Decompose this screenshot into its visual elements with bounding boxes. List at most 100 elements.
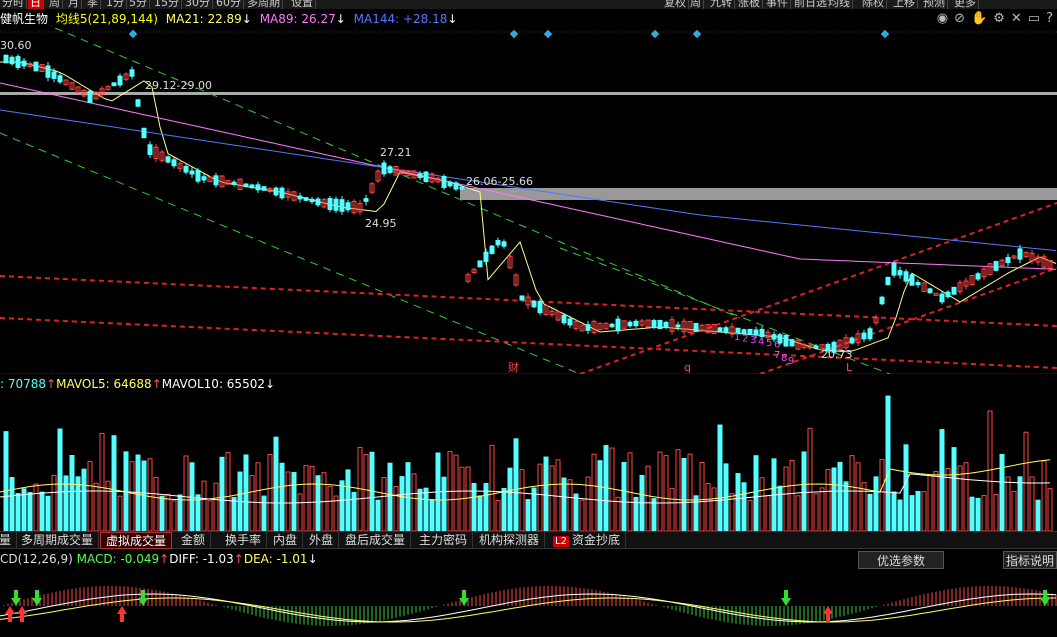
toolbar-button[interactable]: 15分	[152, 0, 182, 9]
toolbar-button[interactable]: 周	[688, 0, 704, 9]
volume-bar[interactable]	[117, 495, 123, 531]
volume-bar[interactable]	[909, 495, 915, 531]
candlestick[interactable]	[531, 300, 537, 308]
eye-icon[interactable]: ◉	[937, 11, 948, 26]
candlestick[interactable]	[213, 175, 219, 186]
toolbar-button[interactable]: 30分	[183, 0, 213, 9]
volume-bar[interactable]	[231, 497, 237, 531]
volume-bar[interactable]	[807, 427, 813, 531]
candlestick[interactable]	[927, 288, 933, 294]
candlestick[interactable]	[537, 300, 543, 314]
volume-bar[interactable]	[693, 495, 699, 531]
toolbar-button[interactable]: 多周期	[245, 0, 283, 9]
volume-bar[interactable]	[423, 487, 429, 531]
volume-bar[interactable]	[897, 499, 903, 531]
candlestick[interactable]	[57, 75, 63, 83]
volume-bar[interactable]	[261, 495, 267, 531]
volume-bar[interactable]	[855, 462, 861, 531]
volume-bar[interactable]	[501, 488, 507, 531]
ma-setting-label[interactable]: 均线5(21,89,144)	[56, 12, 158, 26]
candlestick[interactable]	[909, 274, 915, 286]
candlestick[interactable]	[879, 296, 885, 305]
volume-bar[interactable]	[543, 456, 549, 531]
volume-bar[interactable]	[987, 410, 993, 531]
volume-bar[interactable]	[519, 469, 525, 531]
candlestick[interactable]	[111, 82, 117, 87]
volume-bar[interactable]	[921, 491, 927, 531]
volume-bar[interactable]	[69, 455, 75, 531]
candlestick[interactable]	[519, 295, 525, 301]
window-icon[interactable]: ▭	[1028, 11, 1040, 26]
tab-indicator[interactable]: 内盘	[268, 532, 304, 549]
candlestick[interactable]	[813, 345, 819, 349]
toolbar-button[interactable]: 周	[47, 0, 63, 9]
volume-bar[interactable]	[513, 438, 519, 531]
volume-bar[interactable]	[957, 465, 963, 531]
volume-bar[interactable]	[867, 493, 873, 531]
candlestick[interactable]	[3, 54, 9, 64]
volume-bar[interactable]	[225, 451, 231, 531]
toolbar-button[interactable]: 月	[66, 0, 82, 9]
candlestick[interactable]	[747, 328, 753, 336]
candlestick[interactable]	[1005, 256, 1011, 264]
volume-bar[interactable]	[861, 482, 867, 531]
volume-bar[interactable]	[99, 432, 105, 531]
volume-bar[interactable]	[801, 451, 807, 531]
volume-bar[interactable]	[453, 454, 459, 531]
candlestick[interactable]	[651, 320, 657, 328]
volume-bar[interactable]	[249, 475, 255, 531]
candlestick[interactable]	[693, 322, 699, 333]
candlestick[interactable]	[633, 320, 639, 327]
toolbar-button[interactable]: 日	[28, 0, 44, 9]
candlestick[interactable]	[939, 293, 945, 303]
candlestick[interactable]	[615, 318, 621, 332]
candlestick[interactable]	[195, 169, 201, 182]
tab-indicator[interactable]: 外盘	[304, 532, 340, 549]
volume-bar[interactable]	[375, 499, 381, 531]
volume-bar[interactable]	[441, 476, 447, 531]
volume-bar[interactable]	[843, 481, 849, 531]
toolbar-button[interactable]: 均线	[826, 0, 853, 9]
tab-indicator[interactable]: L2 资金抄底	[548, 532, 626, 549]
volume-bar[interactable]	[1029, 476, 1035, 531]
volume-bar[interactable]	[879, 459, 885, 531]
volume-bar[interactable]	[1017, 476, 1023, 531]
volume-bar[interactable]	[111, 435, 117, 531]
candlestick[interactable]	[561, 314, 567, 324]
volume-bar[interactable]	[273, 436, 279, 531]
toolbar-button[interactable]: 上移	[891, 0, 918, 9]
help-icon[interactable]: ?	[1046, 11, 1053, 26]
volume-bar[interactable]	[525, 499, 531, 531]
volume-bar[interactable]	[147, 458, 153, 531]
volume-bar[interactable]	[735, 473, 741, 531]
volume-bar[interactable]	[681, 458, 687, 531]
candlestick[interactable]	[459, 186, 465, 190]
volume-bar[interactable]	[129, 461, 135, 531]
volume-bar[interactable]	[1047, 488, 1053, 531]
volume-bar[interactable]	[1011, 490, 1017, 531]
candlestick[interactable]	[201, 176, 207, 181]
candlestick[interactable]	[771, 334, 777, 340]
candlestick[interactable]	[585, 324, 591, 331]
hand-icon[interactable]: ✋	[971, 11, 987, 26]
volume-bar[interactable]	[915, 491, 921, 531]
volume-bar[interactable]	[495, 500, 501, 531]
volume-bar[interactable]	[387, 462, 393, 531]
volume-bar[interactable]	[675, 449, 681, 531]
volume-bar[interactable]	[57, 428, 63, 531]
volume-bar[interactable]	[951, 447, 957, 531]
event-marker-l[interactable]: L	[846, 361, 853, 374]
toolbar-button[interactable]: 60分	[214, 0, 244, 9]
candlestick[interactable]	[243, 183, 249, 188]
volume-bar[interactable]	[573, 493, 579, 531]
event-diamond-icon[interactable]	[650, 29, 660, 39]
volume-bar[interactable]	[153, 476, 159, 531]
tab-indicator[interactable]: 机构探测器	[474, 532, 546, 549]
event-diamond-icon[interactable]	[128, 29, 138, 39]
volume-bar[interactable]	[753, 455, 759, 531]
volume-bar[interactable]	[165, 493, 171, 531]
volume-bar[interactable]	[9, 477, 15, 531]
toolbar-button[interactable]: 复权	[662, 0, 689, 9]
volume-bar[interactable]	[1005, 476, 1011, 531]
volume-bar[interactable]	[255, 462, 261, 531]
